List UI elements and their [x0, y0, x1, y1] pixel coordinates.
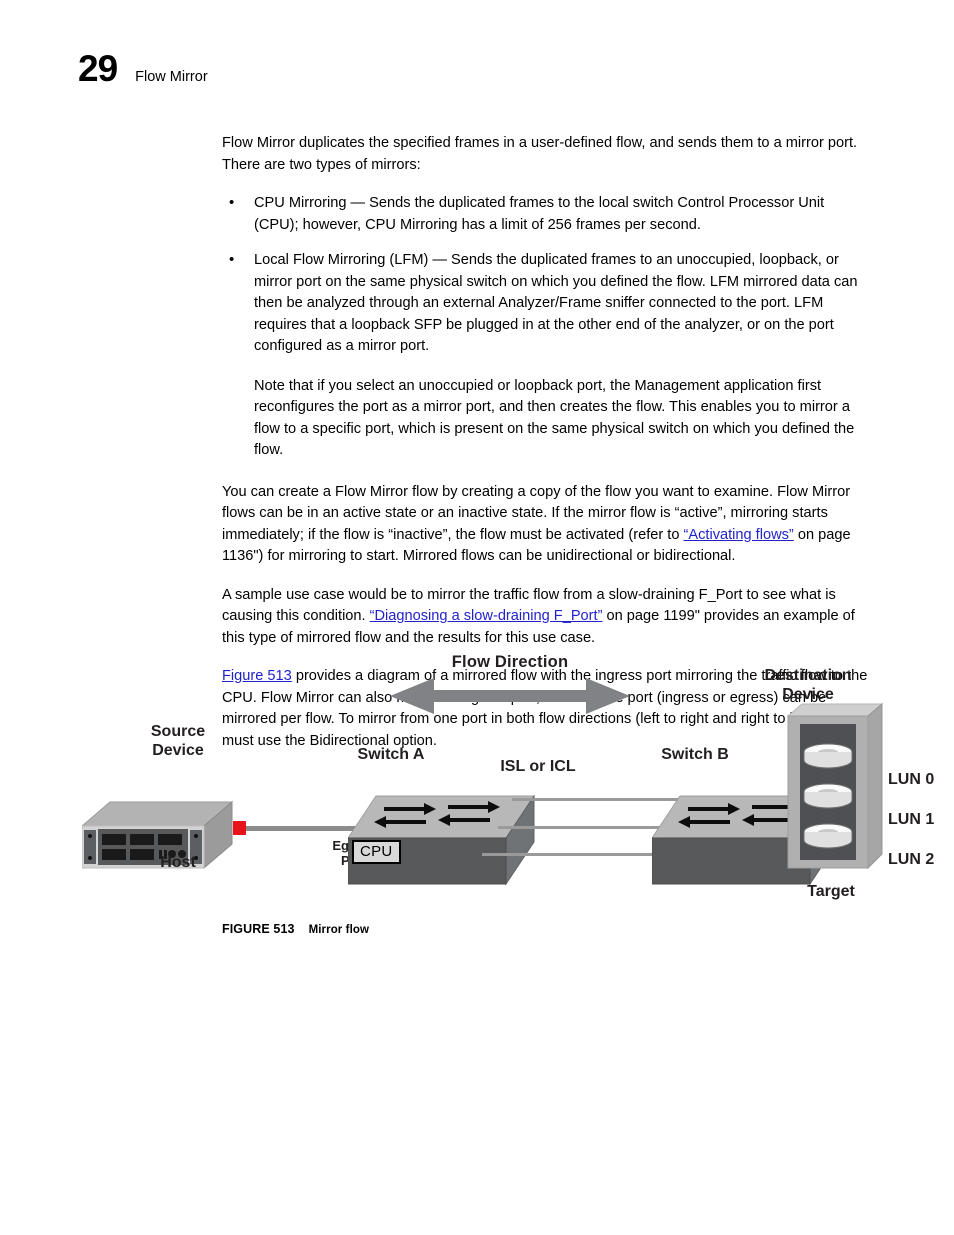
lun-label-1: LUN 1 [888, 811, 935, 828]
lun-label-2: LUN 2 [888, 851, 935, 868]
destination-device-label: Destination Device [764, 667, 852, 703]
chapter-number: 29 [78, 48, 118, 89]
figure-caption-number: FIGURE 513 [222, 922, 295, 936]
list-item: CPU Mirroring — Sends the duplicated fra… [222, 192, 870, 236]
host-label: Host [160, 854, 196, 871]
ingress-port-marker [233, 821, 246, 835]
flow-direction-arrow-icon [390, 678, 630, 714]
intro-paragraph: Flow Mirror duplicates the specified fra… [222, 135, 858, 173]
cpu-badge: CPU [352, 840, 401, 864]
flow-direction-label: Flow Direction [451, 653, 569, 671]
link-diagnosing-slow-draining-fport[interactable]: “Diagnosing a slow-draining F_Port” [370, 608, 603, 624]
target-label: Target [807, 883, 855, 900]
lun-label-0: LUN 0 [888, 771, 935, 788]
link-activating-flows[interactable]: “Activating flows” [684, 527, 794, 543]
figure-caption: FIGURE 513 Mirror flow [222, 922, 369, 936]
source-device-label: Source Device [150, 723, 206, 759]
chapter-title: Flow Mirror [135, 69, 208, 85]
storage-array-icon [786, 702, 884, 870]
page-header: 29 Flow Mirror [78, 50, 208, 87]
lfm-note-paragraph: Note that if you select an unoccupied or… [254, 377, 855, 459]
isl-link-lower [482, 853, 678, 856]
mirror-types-list: CPU Mirroring — Sends the duplicated fra… [222, 192, 870, 358]
figure-mirror-flow: Flow Direction Source Device Host Egr [60, 640, 940, 945]
figure-caption-title: Mirror flow [308, 924, 370, 936]
list-item: Local Flow Mirroring (LFM) — Sends the d… [222, 249, 870, 358]
active-state-paragraph: You can create a Flow Mirror flow by cre… [222, 482, 870, 568]
isl-icl-label: ISL or ICL [500, 758, 576, 775]
switch-b-label: Switch B [661, 746, 729, 763]
